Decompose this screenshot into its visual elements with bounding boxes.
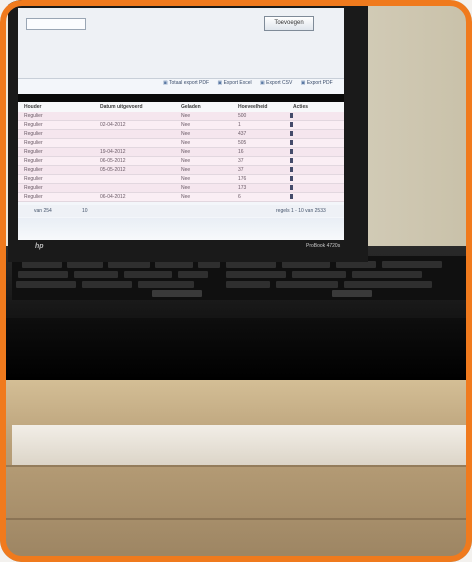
desk-seam — [0, 518, 472, 520]
column-header: Acties — [293, 104, 309, 110]
photo-frame: Toevoegen Totaal export PDF Export Excel… — [0, 0, 472, 562]
screen-column-headers: Houder Datum uitgevoerd Geladen Hoeveelh… — [18, 102, 344, 112]
row-action-icon — [290, 158, 293, 163]
laptop-screen: Toevoegen Totaal export PDF Export Excel… — [18, 8, 344, 240]
pager-range: regels 1 - 10 van 2533 — [276, 208, 326, 214]
desk-seam — [0, 465, 472, 467]
table-row: Regulier Nee 173 — [18, 184, 344, 193]
laptop-model-label: ProBook 4720s — [306, 243, 341, 249]
table-row: Regulier 06-05-2012 Nee 37 — [18, 157, 344, 166]
cell: Regulier — [24, 185, 43, 191]
cell: Nee — [181, 176, 191, 182]
screen-table-rows: Regulier Nee 500 Regulier 02-04-2012 Nee 1 Re… — [18, 112, 344, 202]
screen-table-header-bar — [18, 94, 344, 102]
row-action-icon — [290, 167, 293, 172]
cell: Regulier — [24, 158, 43, 164]
cell: Nee — [181, 185, 191, 191]
row-action-icon — [290, 140, 293, 145]
table-row: Regulier 19-04-2012 Nee 16 — [18, 148, 344, 157]
column-header: Houder — [24, 104, 42, 110]
cell: 02-04-2012 — [100, 122, 126, 128]
table-row: Regulier Nee 437 — [18, 130, 344, 139]
cell: Nee — [181, 113, 191, 119]
table-row: Regulier 02-04-2012 Nee 1 — [18, 121, 344, 130]
export-excel-link: Export Excel — [217, 80, 251, 86]
export-pdf-link: Export PDF — [301, 80, 333, 86]
pager-page-count: van 254 — [34, 208, 52, 214]
cell: Regulier — [24, 194, 43, 200]
cell: 37 — [238, 158, 244, 164]
cell: Regulier — [24, 122, 43, 128]
row-action-icon — [290, 185, 293, 190]
column-header: Hoeveelheid — [238, 104, 268, 110]
export-total-pdf-link: Totaal export PDF — [163, 80, 209, 86]
cell: 1 — [238, 122, 241, 128]
cell: Regulier — [24, 149, 43, 155]
cell: Regulier — [24, 113, 43, 119]
cell: Nee — [181, 194, 191, 200]
column-header: Geladen — [181, 104, 201, 110]
export-csv-link: Export CSV — [260, 80, 292, 86]
cell: 505 — [238, 140, 247, 146]
column-header: Datum uitgevoerd — [100, 104, 143, 110]
cell: Nee — [181, 140, 191, 146]
cell: Nee — [181, 167, 191, 173]
laptop-lid: Toevoegen Totaal export PDF Export Excel… — [8, 0, 368, 262]
screen-input-field — [26, 18, 86, 30]
row-action-icon — [290, 122, 293, 127]
screen-toolbar: Toevoegen — [18, 8, 344, 79]
cell: Nee — [181, 158, 191, 164]
cell: 37 — [238, 167, 244, 173]
cell: 06-05-2012 — [100, 158, 126, 164]
keyboard — [12, 256, 472, 300]
screen-add-button: Toevoegen — [264, 16, 314, 31]
cell: 6 — [238, 194, 241, 200]
cell: Regulier — [24, 176, 43, 182]
table-row: Regulier Nee 500 — [18, 112, 344, 121]
cell: Nee — [181, 149, 191, 155]
cell: 19-04-2012 — [100, 149, 126, 155]
hp-logo: hp — [35, 243, 44, 250]
screen-pager: van 254 10 regels 1 - 10 van 2533 — [18, 205, 344, 217]
cell: Regulier — [24, 140, 43, 146]
pager-rows-select: 10 — [82, 208, 88, 214]
row-action-icon — [290, 113, 293, 118]
row-action-icon — [290, 149, 293, 154]
cell: 437 — [238, 131, 247, 137]
desk — [0, 370, 472, 562]
cell: Nee — [181, 122, 191, 128]
table-row: Regulier 06-04-2012 Nee 6 — [18, 193, 344, 202]
photo: Toevoegen Totaal export PDF Export Excel… — [0, 0, 472, 562]
row-action-icon — [290, 131, 293, 136]
table-row: Regulier Nee 176 — [18, 175, 344, 184]
cell: 173 — [238, 185, 247, 191]
cell: Nee — [181, 131, 191, 137]
row-action-icon — [290, 194, 293, 199]
screen-footer — [18, 218, 344, 240]
screen-export-links: Totaal export PDF Export Excel Export CS… — [163, 80, 343, 90]
cell: Regulier — [24, 167, 43, 173]
cell: 500 — [238, 113, 247, 119]
cell: 05-05-2012 — [100, 167, 126, 173]
cell: 16 — [238, 149, 244, 155]
cell: 06-04-2012 — [100, 194, 126, 200]
paper-stack — [12, 425, 472, 465]
table-row: Regulier 05-05-2012 Nee 37 — [18, 166, 344, 175]
row-action-icon — [290, 176, 293, 181]
cell: 176 — [238, 176, 247, 182]
table-row: Regulier Nee 505 — [18, 139, 344, 148]
cell: Regulier — [24, 131, 43, 137]
laptop-front-edge — [0, 318, 472, 380]
